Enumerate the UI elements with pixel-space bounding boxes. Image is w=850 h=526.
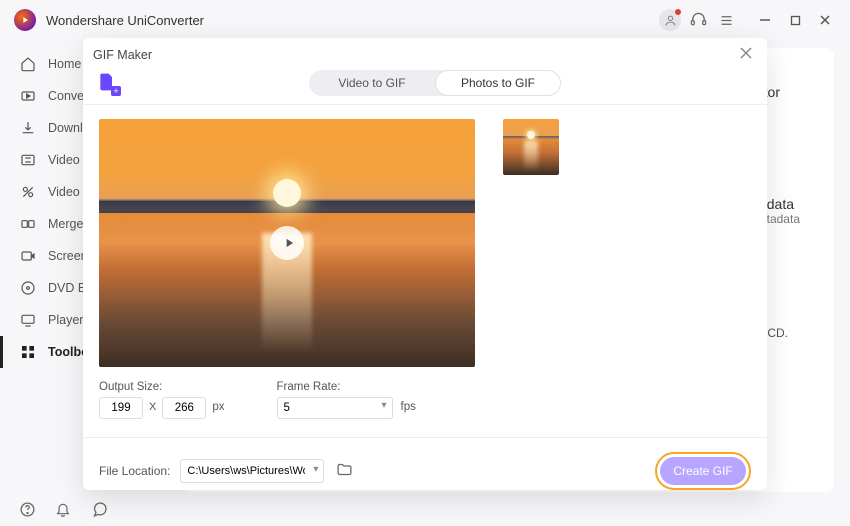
file-location-label: File Location: xyxy=(99,464,170,478)
preview-area[interactable] xyxy=(99,119,475,367)
px-unit: px xyxy=(212,401,224,416)
downloader-icon xyxy=(20,120,36,136)
notification-dot xyxy=(675,9,681,15)
fps-unit: fps xyxy=(401,401,416,416)
bell-icon[interactable] xyxy=(54,500,72,518)
editor-icon xyxy=(20,184,36,200)
frame-rate-select[interactable] xyxy=(277,397,393,419)
add-file-button[interactable]: + xyxy=(97,72,119,94)
play-button[interactable] xyxy=(270,226,304,260)
modal-title: GIF Maker xyxy=(93,48,152,62)
dimension-separator: X xyxy=(149,401,156,416)
merger-icon xyxy=(20,216,36,232)
output-width-input[interactable] xyxy=(99,397,143,419)
modal-close-button[interactable] xyxy=(735,42,757,69)
account-icon[interactable] xyxy=(656,6,684,34)
file-location-select[interactable] xyxy=(180,459,324,483)
create-gif-button[interactable]: Create GIF xyxy=(660,457,746,485)
plus-icon: + xyxy=(111,86,121,96)
help-icon[interactable] xyxy=(18,500,36,518)
converter-icon xyxy=(20,88,36,104)
output-height-input[interactable] xyxy=(162,397,206,419)
browse-folder-button[interactable] xyxy=(336,461,353,481)
sidebar-item-label: Merger xyxy=(48,217,88,231)
support-icon[interactable] xyxy=(684,6,712,34)
create-gif-highlight: Create GIF xyxy=(655,452,751,490)
output-size-label: Output Size: xyxy=(99,381,225,393)
app-title: Wondershare UniConverter xyxy=(46,13,204,28)
player-icon xyxy=(20,312,36,328)
maximize-button[interactable] xyxy=(780,5,810,35)
compressor-icon xyxy=(20,152,36,168)
recorder-icon xyxy=(20,248,36,264)
minimize-button[interactable] xyxy=(750,5,780,35)
home-icon xyxy=(20,56,36,72)
titlebar: Wondershare UniConverter xyxy=(0,0,850,40)
thumbnail-1[interactable] xyxy=(503,119,559,175)
tab-video-to-gif[interactable]: Video to GIF xyxy=(309,70,435,96)
menu-icon[interactable] xyxy=(712,6,740,34)
toolbox-icon xyxy=(20,344,36,360)
tab-photos-to-gif[interactable]: Photos to GIF xyxy=(435,70,561,96)
mode-tabs: Video to GIF Photos to GIF xyxy=(309,70,561,96)
bg-text: data xyxy=(767,196,794,212)
app-logo xyxy=(14,9,36,31)
dvd-icon xyxy=(20,280,36,296)
sidebar-item-label: Home xyxy=(48,57,81,71)
gif-maker-modal: GIF Maker + Video to GIF Photos to GIF xyxy=(83,38,767,490)
close-button[interactable] xyxy=(810,5,840,35)
sidebar-item-label: Player xyxy=(48,313,83,327)
frame-rate-label: Frame Rate: xyxy=(277,381,416,393)
bg-text: CD. xyxy=(767,326,788,340)
